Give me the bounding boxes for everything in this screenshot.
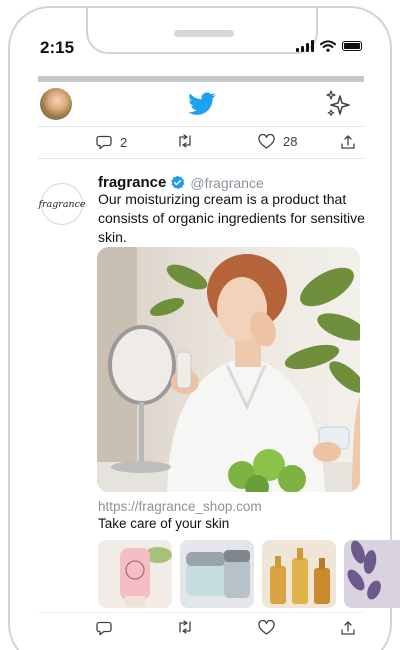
tweet-reply-button[interactable] — [96, 620, 112, 636]
link-title[interactable]: Take care of your skin — [98, 516, 229, 531]
oil-bottles-image — [262, 540, 336, 608]
phone-speaker — [174, 30, 234, 37]
like-count: 28 — [283, 134, 298, 149]
tweet-retweet-button[interactable] — [176, 620, 194, 634]
status-icons — [296, 40, 362, 52]
header-divider — [38, 126, 364, 127]
carousel-divider — [38, 612, 364, 613]
battery-icon — [342, 41, 362, 51]
product-card-jars[interactable] — [180, 540, 254, 608]
product-card-oil-bottles[interactable] — [262, 540, 336, 608]
user-handle[interactable]: @fragrance — [190, 175, 263, 191]
tweet-share-button[interactable] — [340, 620, 356, 636]
reply-icon — [96, 135, 112, 150]
retweet-button[interactable] — [176, 134, 194, 148]
retweet-icon — [179, 134, 191, 148]
tweet-actions — [38, 614, 364, 644]
share-button[interactable] — [340, 134, 356, 150]
heart-icon — [258, 620, 275, 635]
product-card-lavender[interactable] — [344, 540, 400, 608]
reply-icon — [96, 621, 112, 636]
share-icon — [341, 621, 355, 635]
verified-badge-icon — [171, 175, 185, 190]
display-name[interactable]: fragrance — [98, 174, 166, 191]
user-avatar[interactable] — [40, 88, 72, 120]
link-url[interactable]: https://fragrance_shop.com — [98, 499, 262, 514]
previous-tweet-actions: 2 28 — [38, 128, 364, 158]
product-card-cream-tube[interactable] — [98, 540, 172, 608]
retweet-icon — [179, 620, 191, 634]
jars-image — [180, 540, 254, 608]
phone-notch — [86, 8, 318, 54]
tweet-header: fragrance @fragrance — [98, 174, 264, 191]
twitter-bird-icon[interactable] — [188, 92, 216, 116]
avatar-logo-text: fragrance — [38, 198, 86, 210]
app-header — [30, 86, 366, 126]
woman-mirror-photo — [97, 247, 360, 492]
cream-tube-image — [98, 540, 172, 608]
tweet-photo[interactable] — [97, 247, 360, 492]
product-carousel — [98, 540, 400, 610]
like-button[interactable]: 28 — [258, 134, 297, 149]
heart-icon — [258, 134, 275, 149]
top-divider-bar — [38, 76, 364, 82]
tweet-like-button[interactable] — [258, 620, 275, 635]
reply-count: 2 — [120, 134, 128, 150]
share-icon — [341, 135, 355, 149]
cellular-signal-icon — [296, 40, 314, 52]
sparkle-icon[interactable] — [326, 90, 352, 118]
tweet-divider — [38, 158, 364, 159]
lavender-image — [344, 540, 400, 608]
status-time: 2:15 — [40, 38, 75, 57]
fragrance-avatar[interactable]: fragrance — [38, 183, 86, 225]
tweet-text: Our moisturizing cream is a product that… — [98, 191, 365, 245]
wifi-icon — [320, 40, 336, 52]
reply-button[interactable]: 2 — [96, 134, 127, 150]
